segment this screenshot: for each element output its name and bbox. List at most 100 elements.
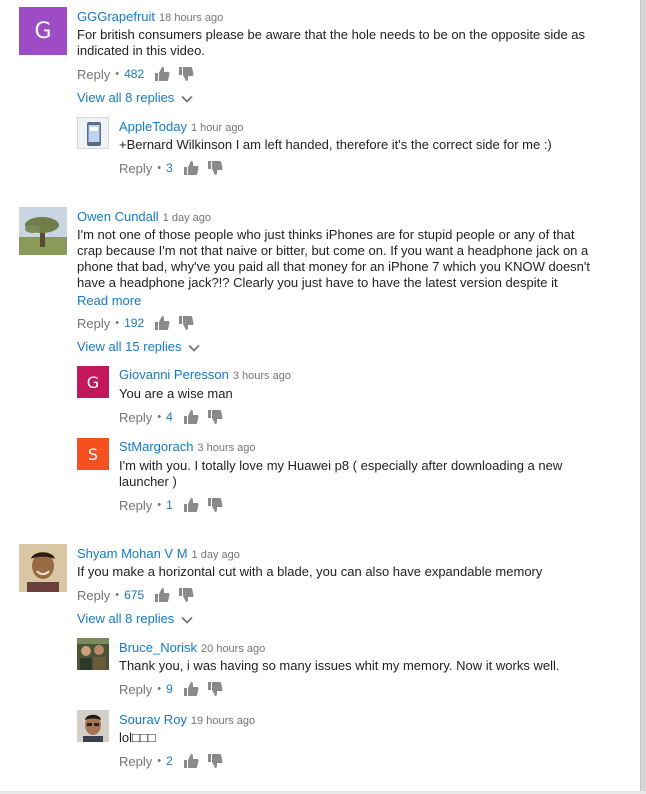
reply-button[interactable]: Reply [119, 410, 152, 425]
comment-actions: Reply • 192 [77, 314, 202, 332]
separator-dot: • [157, 411, 162, 423]
comment-text: You are a wise man [119, 386, 233, 401]
thumbs-down-icon[interactable] [207, 681, 223, 697]
avatar[interactable] [19, 207, 67, 255]
author-name[interactable]: StMargorach [119, 439, 193, 454]
person-photo [19, 544, 67, 592]
timestamp[interactable]: 1 day ago [163, 212, 211, 224]
thumbs-down-icon[interactable] [207, 160, 223, 176]
timestamp[interactable]: 3 hours ago [197, 442, 255, 454]
comment-thread: G GGGrapefruit 18 hours ago For british c… [0, 0, 640, 200]
chevron-down-icon [181, 616, 193, 624]
author-name[interactable]: Bruce_Norisk [119, 640, 197, 655]
tree-photo [19, 207, 67, 255]
read-more-link[interactable]: Read more [77, 293, 141, 308]
like-count: 675 [124, 588, 145, 602]
reply-button[interactable]: Reply [119, 161, 152, 176]
chevron-down-icon [188, 344, 200, 352]
comment-header: Bruce_Norisk 20 hours ago [119, 639, 265, 657]
chevron-down-icon [181, 95, 193, 103]
comment-text: If you make a horizontal cut with a blad… [77, 564, 543, 579]
comment-actions: Reply • 2 [119, 752, 231, 770]
timestamp[interactable]: 3 hours ago [233, 370, 291, 382]
thumbs-up-icon[interactable] [154, 315, 170, 331]
person-photo [77, 710, 109, 742]
author-name[interactable]: AppleToday [119, 119, 187, 134]
comment-header: Owen Cundall 1 day ago [77, 208, 211, 226]
separator-dot: • [157, 683, 162, 695]
separator-dot: • [115, 589, 120, 601]
thumbs-down-icon[interactable] [207, 753, 223, 769]
avatar-letter: S [87, 444, 99, 464]
comment-actions: Reply • 9 [119, 680, 231, 698]
thumbs-up-icon[interactable] [154, 587, 170, 603]
avatar[interactable]: S [77, 438, 109, 470]
view-replies-button[interactable]: View all 8 replies [77, 90, 193, 105]
like-count: 2 [166, 754, 173, 768]
comment-header: Sourav Roy 19 hours ago [119, 711, 255, 729]
thumbs-down-icon[interactable] [207, 409, 223, 425]
like-count: 9 [166, 682, 173, 696]
comment-header: AppleToday 1 hour ago [119, 118, 244, 136]
thumbs-up-icon[interactable] [154, 66, 170, 82]
comment-actions: Reply • 482 [77, 65, 202, 83]
comment-header: Giovanni Peresson 3 hours ago [119, 366, 291, 384]
avatar[interactable] [77, 117, 109, 149]
reply-button[interactable]: Reply [119, 498, 152, 513]
view-replies-button[interactable]: View all 15 replies [77, 339, 200, 354]
avatar-letter: G [86, 372, 100, 392]
author-name[interactable]: Giovanni Peresson [119, 367, 229, 382]
view-replies-label: View all 8 replies [77, 90, 175, 105]
like-count: 4 [166, 410, 173, 424]
timestamp[interactable]: 19 hours ago [191, 715, 255, 727]
avatar-letter: G [34, 18, 52, 44]
comment-text: +Bernard Wilkinson I am left handed, the… [119, 137, 552, 152]
avatar[interactable]: G [19, 7, 67, 55]
comment-actions: Reply • 675 [77, 586, 202, 604]
comment-text: I'm not one of those people who just thi… [77, 227, 590, 290]
timestamp[interactable]: 1 hour ago [191, 122, 244, 134]
reply-button[interactable]: Reply [119, 754, 152, 769]
timestamp[interactable]: 20 hours ago [201, 643, 265, 655]
comment-actions: Reply • 1 [119, 496, 231, 514]
reply-button[interactable]: Reply [119, 682, 152, 697]
like-count: 192 [124, 316, 145, 330]
timestamp[interactable]: 18 hours ago [159, 12, 223, 24]
like-count: 3 [166, 161, 173, 175]
thumbs-down-icon[interactable] [178, 315, 194, 331]
thumbs-up-icon[interactable] [183, 497, 199, 513]
scrollbar-track[interactable] [640, 0, 646, 794]
thumbs-down-icon[interactable] [207, 497, 223, 513]
author-name[interactable]: GGGrapefruit [77, 9, 155, 24]
group-photo [77, 638, 109, 670]
thumbs-down-icon[interactable] [178, 587, 194, 603]
timestamp[interactable]: 1 day ago [192, 549, 240, 561]
avatar[interactable]: G [77, 366, 109, 398]
comment-text: For british consumers please be aware th… [77, 27, 586, 58]
separator-dot: • [115, 68, 120, 80]
reply-button[interactable]: Reply [77, 316, 110, 331]
avatar[interactable] [19, 544, 67, 592]
reply-button[interactable]: Reply [77, 588, 110, 603]
phone-icon [78, 118, 108, 148]
separator-dot: • [157, 499, 162, 511]
comment-header: StMargorach 3 hours ago [119, 438, 256, 456]
comment-text: Thank you, i was having so many issues w… [119, 658, 560, 673]
thumbs-up-icon[interactable] [183, 681, 199, 697]
comment-text: I'm with you. I totally love my Huawei p… [119, 458, 563, 489]
thumbs-down-icon[interactable] [178, 66, 194, 82]
like-count: 482 [124, 67, 145, 81]
avatar[interactable] [77, 638, 109, 670]
reply-button[interactable]: Reply [77, 67, 110, 82]
comment-text: lol□□□ [119, 730, 156, 745]
author-name[interactable]: Shyam Mohan V M [77, 546, 188, 561]
thumbs-up-icon[interactable] [183, 753, 199, 769]
author-name[interactable]: Sourav Roy [119, 712, 187, 727]
thumbs-up-icon[interactable] [183, 160, 199, 176]
comments-section: G GGGrapefruit 18 hours ago For british c… [0, 0, 646, 794]
thumbs-up-icon[interactable] [183, 409, 199, 425]
avatar[interactable] [77, 710, 109, 742]
like-count: 1 [166, 498, 173, 512]
author-name[interactable]: Owen Cundall [77, 209, 159, 224]
view-replies-button[interactable]: View all 8 replies [77, 611, 193, 626]
